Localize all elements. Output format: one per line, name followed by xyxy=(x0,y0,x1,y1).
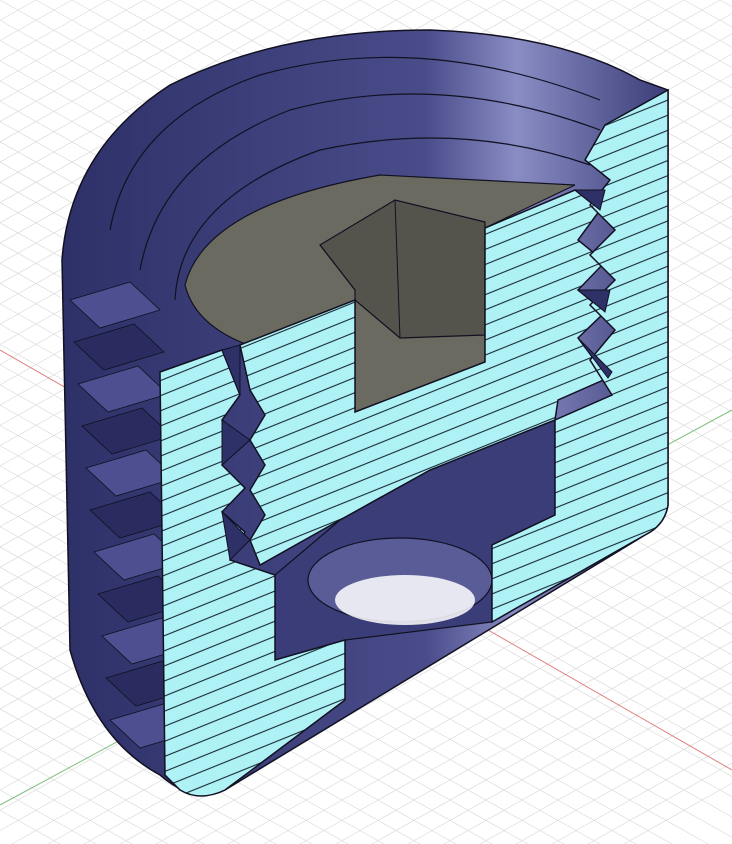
grid-line xyxy=(0,0,73,41)
section-view-canvas[interactable] xyxy=(0,0,732,844)
through-hole-inner xyxy=(335,575,475,625)
grid-line xyxy=(683,0,732,28)
cad-viewport[interactable] xyxy=(0,0,732,844)
